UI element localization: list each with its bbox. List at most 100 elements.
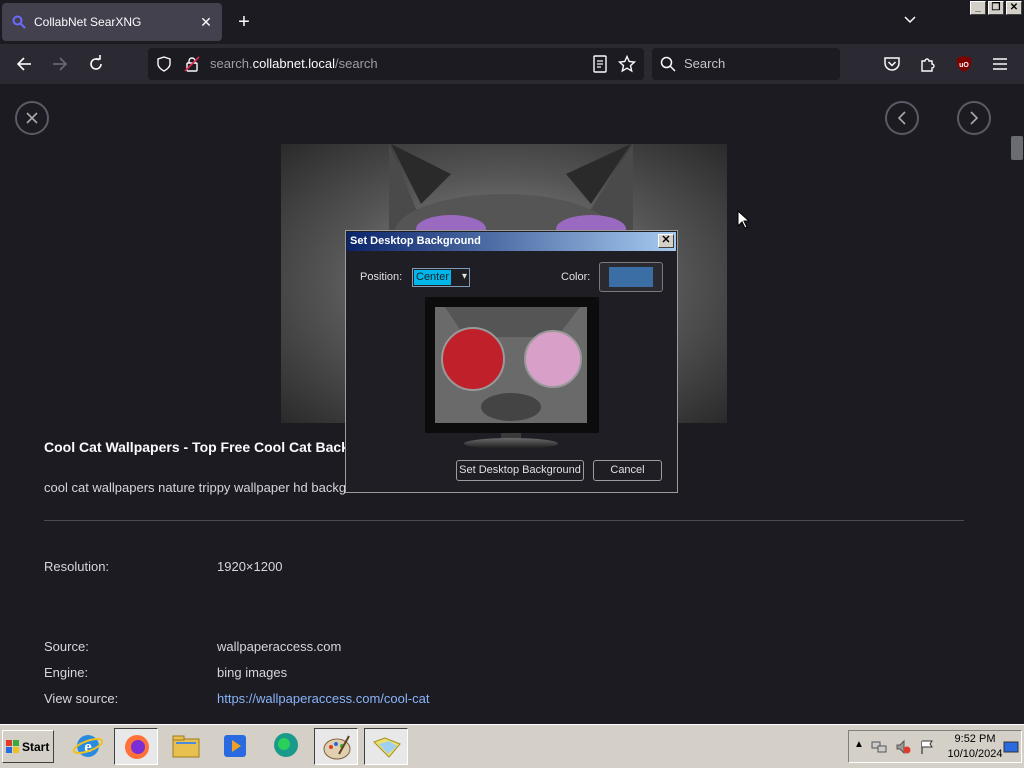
- url-domain: collabnet.local: [252, 56, 336, 71]
- clock-date[interactable]: 10/10/2024: [945, 748, 1005, 760]
- network-icon[interactable]: [871, 739, 887, 755]
- internet-explorer-icon: e: [72, 735, 104, 757]
- reload-button[interactable]: [84, 52, 108, 76]
- position-dropdown[interactable]: Center ▾: [412, 268, 470, 287]
- url-text: search.collabnet.local/search: [210, 56, 378, 71]
- media-player-icon: [224, 735, 246, 757]
- search-icon: [660, 56, 676, 72]
- search-bar[interactable]: Search: [652, 48, 840, 80]
- color-picker-button[interactable]: [599, 262, 663, 292]
- bookmark-star-icon[interactable]: [618, 55, 636, 73]
- taskbar-internet-explorer[interactable]: e: [66, 728, 110, 765]
- set-desktop-background-dialog: Set Desktop Background ✕ Position: Cente…: [345, 230, 678, 493]
- searxng-favicon-icon: [12, 15, 26, 29]
- restore-button[interactable]: ❐: [988, 1, 1004, 15]
- scrollbar-thumb[interactable]: [1011, 136, 1023, 160]
- engine-label: Engine:: [44, 665, 89, 680]
- view-source-link[interactable]: https://wallpaperaccess.com/cool-cat: [217, 691, 429, 706]
- windows-flag-icon: [6, 740, 19, 753]
- new-tab-button[interactable]: +: [232, 10, 256, 34]
- result-description: cool cat wallpapers nature trippy wallpa…: [44, 480, 347, 495]
- divider: [44, 520, 964, 521]
- chevron-right-icon: [970, 111, 979, 125]
- url-prefix: search.: [210, 56, 253, 71]
- source-value: wallpaperaccess.com: [217, 639, 342, 654]
- dialog-title-bar[interactable]: Set Desktop Background ✕: [347, 232, 676, 251]
- position-selected-value: Center: [414, 270, 452, 285]
- extensions-button[interactable]: [916, 52, 940, 76]
- puzzle-piece-icon: [921, 58, 935, 72]
- search-placeholder: Search: [684, 56, 726, 71]
- show-hidden-icons-button[interactable]: ▲: [854, 739, 864, 750]
- view-source-label: View source:: [44, 691, 119, 706]
- navigation-toolbar: search.collabnet.local/search Search uO: [0, 44, 1024, 84]
- dialog-title: Set Desktop Background: [350, 235, 481, 247]
- svg-text:uO: uO: [959, 62, 969, 69]
- taskbar: Start e ▲ 9:52 PM 10/10/2024: [0, 724, 1024, 768]
- action-center-flag-icon[interactable]: [919, 739, 935, 755]
- folder-icon: [373, 737, 401, 758]
- system-tray: ▲ 9:52 PM 10/10/2024: [848, 730, 1022, 763]
- start-button[interactable]: Start: [2, 730, 54, 763]
- tracking-protection-shield-icon[interactable]: [156, 56, 172, 72]
- show-desktop-icon[interactable]: [1003, 739, 1019, 755]
- cancel-button[interactable]: Cancel: [593, 460, 662, 481]
- tab-strip: CollabNet SearXNG ✕ + _ ❐ ✕: [0, 0, 1024, 44]
- engine-value: bing images: [217, 665, 288, 680]
- reload-icon: [90, 55, 102, 70]
- window-controls: _ ❐ ✕: [970, 1, 1022, 17]
- list-all-tabs-button[interactable]: [898, 12, 922, 32]
- clock-time[interactable]: 9:52 PM: [945, 733, 1005, 745]
- monitor-screen: [435, 307, 587, 423]
- window-close-button[interactable]: ✕: [1006, 1, 1022, 15]
- dialog-close-button[interactable]: ✕: [658, 234, 674, 248]
- result-title[interactable]: Cool Cat Wallpapers - Top Free Cool Cat …: [44, 439, 357, 455]
- close-preview-button[interactable]: [15, 101, 49, 135]
- wallpaper-preview-image: [435, 307, 587, 423]
- pocket-button[interactable]: [880, 52, 904, 76]
- forward-arrow-icon: [53, 57, 68, 71]
- firefox-icon: [125, 735, 149, 759]
- volume-muted-icon[interactable]: [895, 739, 911, 755]
- url-path: /search: [335, 56, 378, 71]
- url-bar[interactable]: search.collabnet.local/search: [148, 48, 644, 80]
- taskbar-media-player[interactable]: [213, 728, 257, 765]
- reader-view-icon[interactable]: [592, 55, 608, 73]
- mouse-cursor-icon: [737, 210, 749, 229]
- color-label: Color:: [561, 271, 591, 283]
- start-label: Start: [22, 740, 50, 754]
- tab-searxng[interactable]: CollabNet SearXNG ✕: [2, 3, 222, 41]
- set-desktop-background-button[interactable]: Set Desktop Background: [456, 460, 584, 481]
- tab-title: CollabNet SearXNG: [34, 15, 142, 29]
- app-menu-button[interactable]: [988, 52, 1012, 76]
- monitor-preview: [425, 297, 599, 433]
- chevron-left-icon: [897, 111, 906, 125]
- resolution-label: Resolution:: [44, 559, 110, 574]
- paint-icon: [323, 735, 351, 760]
- minimize-button[interactable]: _: [970, 1, 986, 15]
- messenger-icon: [274, 733, 298, 757]
- source-label: Source:: [44, 639, 89, 654]
- forward-button[interactable]: [48, 52, 72, 76]
- next-image-button[interactable]: [957, 101, 991, 135]
- position-label: Position:: [360, 271, 403, 283]
- pocket-icon: [884, 57, 900, 71]
- tab-close-icon[interactable]: ✕: [196, 12, 216, 32]
- insecure-lock-icon[interactable]: [184, 56, 200, 72]
- previous-image-button[interactable]: [885, 101, 919, 135]
- taskbar-folder[interactable]: [364, 728, 408, 765]
- ublock-origin-icon: uO: [957, 56, 971, 72]
- close-icon: [26, 112, 38, 124]
- taskbar-messenger[interactable]: [264, 728, 308, 765]
- taskbar-file-explorer[interactable]: [164, 728, 208, 765]
- chevron-down-icon: ▾: [461, 271, 467, 282]
- taskbar-firefox[interactable]: [114, 728, 158, 765]
- back-arrow-icon: [16, 57, 31, 71]
- taskbar-paint[interactable]: [314, 728, 358, 765]
- file-explorer-icon: [172, 735, 200, 758]
- ublock-origin-button[interactable]: uO: [952, 52, 976, 76]
- page-scrollbar[interactable]: [1008, 124, 1024, 724]
- back-button[interactable]: [12, 52, 36, 76]
- chevron-down-icon: [904, 16, 916, 24]
- color-swatch: [609, 267, 653, 287]
